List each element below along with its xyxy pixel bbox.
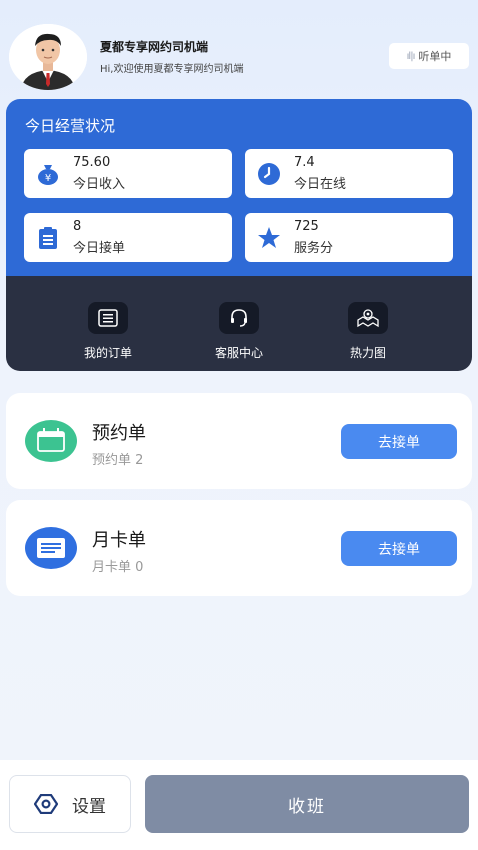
off-duty-button[interactable]: 收班 [145, 775, 469, 833]
stat-value: 8 [73, 219, 82, 234]
settings-button[interactable]: 设置 [9, 775, 131, 833]
money-bag-icon: ¥ [38, 165, 58, 185]
stat-label: 今日在线 [294, 177, 347, 192]
listening-status-button[interactable]: ıl|ı 听单中 [389, 43, 469, 69]
clock-icon [258, 163, 280, 185]
stat-value: 725 [294, 219, 319, 234]
stat-label: 服务分 [294, 241, 334, 256]
order-count: 预约单 2 [92, 453, 144, 468]
calendar-icon [25, 420, 77, 462]
header: 夏都专享网约司机端 Hi,欢迎使用夏都专享网约司机端 ıl|ı 听单中 [0, 0, 478, 98]
avatar[interactable] [9, 24, 87, 90]
shortcut-heatmap[interactable]: 热力图 [328, 302, 408, 361]
monthly-card-order-card: 月卡单 月卡单 0 去接单 [6, 500, 472, 596]
shortcut-label: 客服中心 [214, 346, 263, 360]
stat-tile-orders[interactable]: 8 今日接单 [24, 213, 232, 262]
accept-monthly-card-button[interactable]: 去接单 [341, 531, 457, 566]
stat-tile-service-score[interactable]: 725 服务分 [245, 213, 453, 262]
map-icon [357, 309, 379, 328]
order-icon [98, 309, 118, 327]
accept-reservation-button[interactable]: 去接单 [341, 424, 457, 459]
star-icon [258, 227, 280, 248]
welcome-subtitle: Hi,欢迎使用夏都专享网约司机端 [100, 64, 244, 75]
stat-label: 今日收入 [73, 177, 126, 192]
today-stats-card: 今日经营状况 ¥ 75.60 今日收入 7.4 今日在线 8 今日接单 725 … [6, 99, 472, 276]
stat-tile-income[interactable]: ¥ 75.60 今日收入 [24, 149, 232, 198]
avatar-person-icon [9, 24, 87, 90]
reservation-order-card: 预约单 预约单 2 去接单 [6, 393, 472, 489]
shortcut-customer-service[interactable]: 客服中心 [199, 302, 279, 361]
stat-value: 75.60 [73, 155, 111, 170]
app-title: 夏都专享网约司机端 [100, 40, 209, 54]
shortcut-label: 我的订单 [83, 346, 132, 360]
shortcut-my-orders[interactable]: 我的订单 [68, 302, 148, 361]
stat-tile-online[interactable]: 7.4 今日在线 [245, 149, 453, 198]
shortcut-label: 热力图 [349, 346, 386, 360]
clipboard-icon [39, 227, 57, 249]
gear-icon [34, 794, 58, 814]
svg-text:¥: ¥ [45, 173, 51, 184]
shortcuts-panel: 我的订单 客服中心 热力图 [6, 276, 472, 371]
stat-label: 今日接单 [73, 241, 126, 256]
bottom-bar: 设置 收班 [0, 760, 478, 850]
order-title: 预约单 [92, 423, 146, 444]
listening-status-label: 听单中 [418, 50, 452, 63]
sound-wave-icon: ıl|ı [406, 50, 416, 62]
order-title: 月卡单 [92, 530, 146, 551]
headset-icon [231, 309, 247, 327]
card-icon [25, 527, 77, 569]
stats-title: 今日经营状况 [25, 117, 116, 135]
stat-value: 7.4 [294, 155, 315, 170]
settings-label: 设置 [72, 796, 106, 817]
order-count: 月卡单 0 [92, 560, 144, 575]
